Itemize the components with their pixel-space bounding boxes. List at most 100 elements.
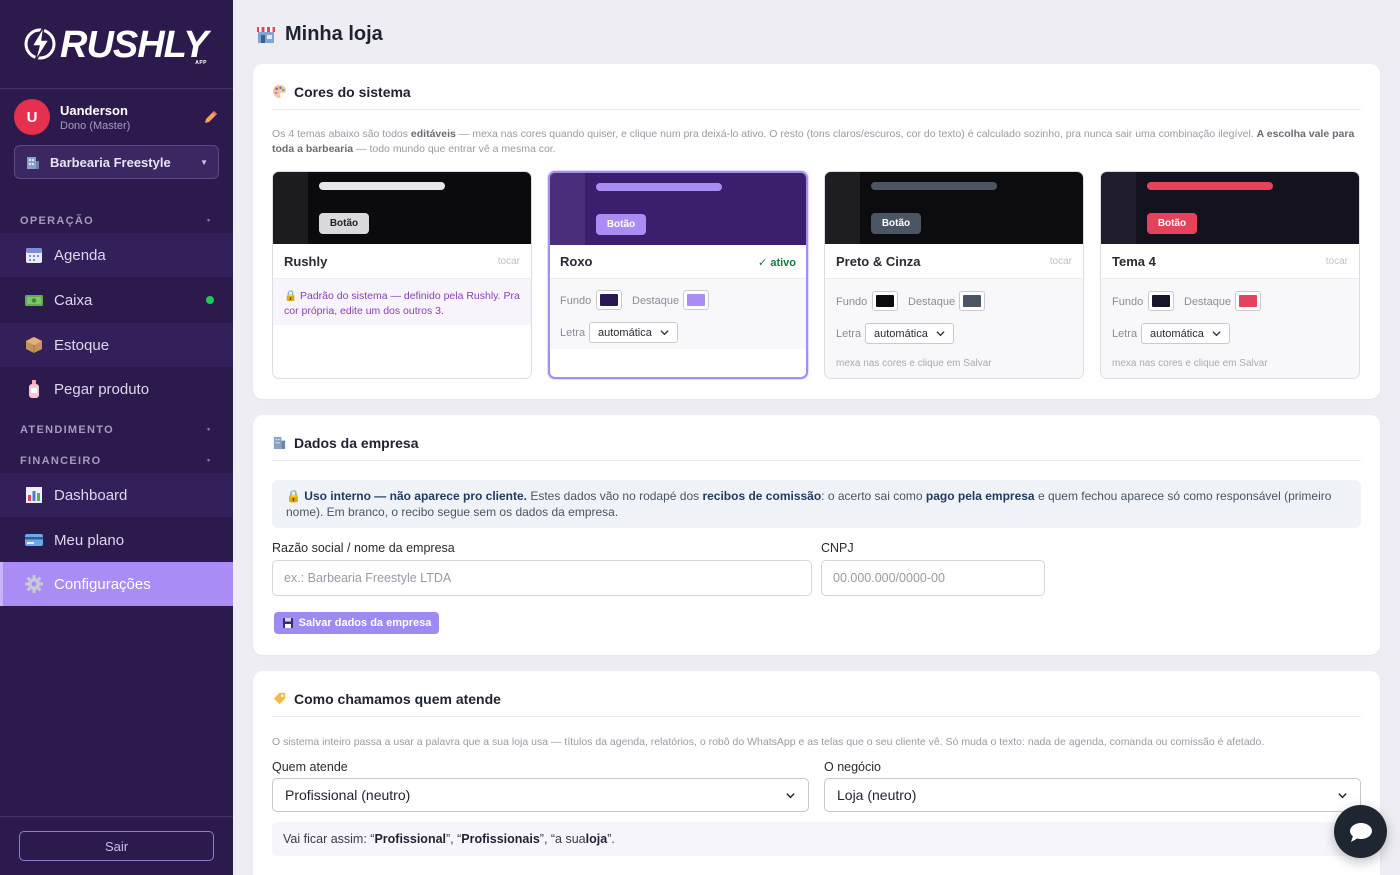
theme-card-roxo[interactable]: Botão Roxo ✓ ativo Fundo Destaque Letra … xyxy=(548,171,808,379)
pencil-icon[interactable] xyxy=(203,109,219,125)
sidebar-item-agenda[interactable]: Agenda xyxy=(0,233,233,277)
sidebar: RUSHLY APP U Uanderson Dono (Master) Bar… xyxy=(0,0,233,875)
destaque-swatch xyxy=(963,295,981,307)
active-badge: ✓ ativo xyxy=(758,257,796,269)
theme-card-preto-cinza[interactable]: Botão Preto & Cinza tocar Fundo Destaque… xyxy=(824,171,1084,379)
lock-note: 🔒 Padrão do sistema — definido pela Rush… xyxy=(284,290,520,317)
preview-bold: loja xyxy=(585,832,608,846)
preview-bar xyxy=(1147,182,1273,190)
bar-chart-icon xyxy=(24,485,44,505)
company-card: Dados da empresa 🔒 Uso interno — não apa… xyxy=(253,415,1380,655)
theme-tag: tocar xyxy=(497,256,520,267)
preview-bar xyxy=(596,183,722,191)
theme-tag: tocar xyxy=(1049,256,1072,267)
section-financeiro[interactable]: FINANCEIRO • xyxy=(20,455,210,467)
preview-text: Vai ficar assim: “ xyxy=(283,832,375,846)
theme-body: Fundo Destaque Letra automática xyxy=(550,278,806,349)
notice-text: : o acerto sai como xyxy=(821,489,926,503)
desc-text: — todo mundo que entrar vê a mesma cor. xyxy=(353,143,556,155)
sidebar-divider xyxy=(0,816,233,817)
colors-description: Os 4 temas abaixo são todos editáveis — … xyxy=(272,127,1361,157)
rushly-logo[interactable]: RUSHLY APP xyxy=(22,22,217,68)
shop-selector-value: Barbearia Freestyle xyxy=(50,154,171,170)
theme-preview: Botão xyxy=(825,172,1083,244)
fundo-color-picker[interactable] xyxy=(596,290,622,310)
sidebar-item-label: Estoque xyxy=(54,336,110,354)
calendar-icon xyxy=(24,245,44,265)
cnpj-label: CNPJ xyxy=(821,541,854,555)
bottle-icon xyxy=(24,379,44,399)
sidebar-item-label: Configurações xyxy=(54,575,151,593)
naming-card-header: Como chamamos quem atende xyxy=(272,691,1361,717)
destaque-color-picker[interactable] xyxy=(1235,291,1261,311)
sidebar-item-caixa[interactable]: Caixa xyxy=(0,278,233,322)
desc-text: — mexa nas cores quando quiser, e clique… xyxy=(455,128,1257,140)
preview-button: Botão xyxy=(319,213,369,234)
preview-text: ”, “ xyxy=(446,832,462,846)
cnpj-input[interactable]: 00.000.000/0000-00 xyxy=(821,560,1045,596)
section-operacao[interactable]: OPERAÇÃO • xyxy=(20,215,210,227)
theme-body: 🔒 Padrão do sistema — definido pela Rush… xyxy=(273,278,531,325)
chevron-down-icon xyxy=(1338,792,1347,798)
chevron-down-icon: ▼ xyxy=(200,157,208,167)
theme-name: Rushly xyxy=(284,254,328,269)
sidebar-item-dashboard[interactable]: Dashboard xyxy=(0,473,233,517)
fundo-swatch xyxy=(1152,295,1170,307)
letra-select-value: automática xyxy=(598,326,652,339)
destaque-label: Destaque xyxy=(908,296,956,308)
razao-social-placeholder: ex.: Barbearia Freestyle LTDA xyxy=(284,571,452,585)
negocio-value: Loja (neutro) xyxy=(837,787,917,803)
chat-button[interactable] xyxy=(1334,805,1387,858)
letra-select[interactable]: automática xyxy=(865,323,954,344)
preview-bold: Profissionais xyxy=(461,832,540,846)
shop-selector[interactable]: Barbearia Freestyle ▼ xyxy=(14,145,219,179)
colors-card-header: Cores do sistema xyxy=(272,84,1361,110)
destaque-color-picker[interactable] xyxy=(959,291,985,311)
logout-button[interactable]: Sair xyxy=(19,831,214,861)
preview-bar xyxy=(319,182,445,190)
preview-text: ”, “a sua xyxy=(539,832,586,846)
razao-social-input[interactable]: ex.: Barbearia Freestyle LTDA xyxy=(272,560,812,596)
gear-icon xyxy=(24,574,44,594)
preview-side xyxy=(550,173,585,245)
save-company-button[interactable]: Salvar dados da empresa xyxy=(274,612,439,634)
section-toggle-icon: • xyxy=(207,455,212,465)
store-icon xyxy=(257,27,275,43)
sidebar-item-estoque[interactable]: Estoque xyxy=(0,323,233,367)
letra-select[interactable]: automática xyxy=(1141,323,1230,344)
negocio-select[interactable]: Loja (neutro) xyxy=(824,778,1361,812)
fundo-label: Fundo xyxy=(560,295,592,307)
cnpj-placeholder: 00.000.000/0000-00 xyxy=(833,571,945,585)
sidebar-item-configuracoes[interactable]: Configurações xyxy=(0,562,233,606)
sidebar-item-pegar-produto[interactable]: Pegar produto xyxy=(0,367,233,411)
section-atendimento[interactable]: ATENDIMENTO • xyxy=(20,424,210,436)
chevron-down-icon xyxy=(1212,331,1221,337)
company-card-title: Dados da empresa xyxy=(294,434,419,451)
sidebar-item-label: Meu plano xyxy=(54,531,125,549)
destaque-swatch xyxy=(1239,295,1257,307)
fundo-color-picker[interactable] xyxy=(1148,291,1174,311)
preview-button: Botão xyxy=(596,214,646,235)
negocio-label: O negócio xyxy=(824,760,881,774)
chevron-down-icon xyxy=(660,330,669,336)
theme-body: Fundo Destaque Letra automática mexa nas… xyxy=(825,278,1083,378)
letra-select-value: automática xyxy=(1150,327,1204,340)
section-toggle-icon: • xyxy=(207,424,212,434)
page-title-text: Minha loja xyxy=(285,22,383,45)
fundo-color-picker[interactable] xyxy=(872,291,898,311)
status-dot xyxy=(206,296,214,304)
theme-card-rushly[interactable]: Botão Rushly tocar 🔒 Padrão do sistema —… xyxy=(272,171,532,379)
preview-button: Botão xyxy=(871,213,921,234)
sidebar-item-label: Pegar produto xyxy=(54,380,150,398)
destaque-color-picker[interactable] xyxy=(683,290,709,310)
chevron-down-icon xyxy=(936,331,945,337)
notice-bold: 🔒 Uso interno — não aparece pro cliente. xyxy=(286,489,527,503)
sidebar-item-meu-plano[interactable]: Meu plano xyxy=(0,518,233,562)
naming-description: O sistema inteiro passa a usar a palavra… xyxy=(272,736,1265,748)
preview-side xyxy=(1101,172,1136,244)
notice-text: Estes dados vão no rodapé dos xyxy=(527,489,703,503)
page-title: Minha loja xyxy=(256,22,383,46)
theme-card-tema-4[interactable]: Botão Tema 4 tocar Fundo Destaque Letra … xyxy=(1100,171,1360,379)
quem-atende-select[interactable]: Profissional (neutro) xyxy=(272,778,809,812)
letra-select[interactable]: automática xyxy=(589,322,678,343)
